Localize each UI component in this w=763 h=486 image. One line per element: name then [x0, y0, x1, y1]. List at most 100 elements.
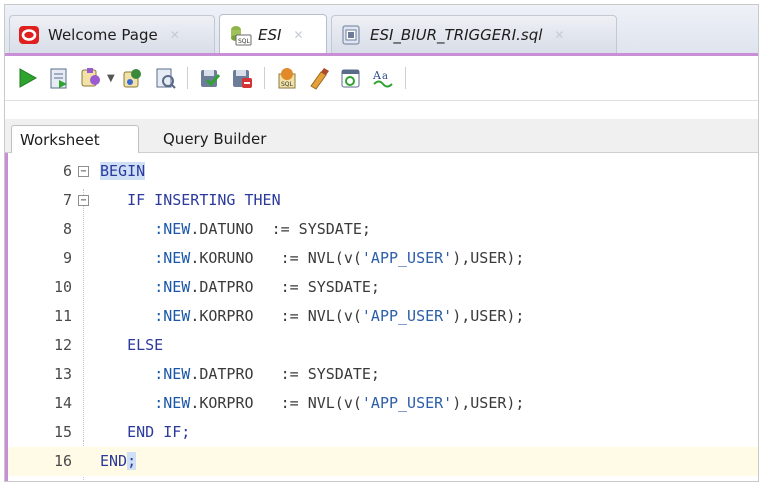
- svg-text:SQL: SQL: [238, 38, 251, 45]
- code-token: 'APP_USER': [361, 307, 453, 325]
- rollback-icon[interactable]: [230, 66, 254, 90]
- code-token: 'APP_USER': [361, 394, 453, 412]
- run-statement-icon[interactable]: [15, 66, 39, 90]
- code-text: :NEW.KORUNO := NVL(v('APP_USER'),USER);: [100, 244, 524, 273]
- commit-icon[interactable]: [198, 66, 222, 90]
- code-line[interactable]: 6− BEGIN: [8, 157, 758, 186]
- code-line[interactable]: 8 :NEW.DATUNO := SYSDATE;: [8, 215, 758, 244]
- code-line[interactable]: 15 END IF;: [8, 418, 758, 447]
- code-line[interactable]: 9 :NEW.KORUNO := NVL(v('APP_USER'),USER)…: [8, 244, 758, 273]
- oracle-logo-icon: [18, 24, 40, 46]
- code-token: :NEW: [154, 365, 191, 383]
- format-icon[interactable]: Aa: [371, 66, 395, 90]
- line-number: 13: [53, 365, 72, 383]
- line-number: 14: [53, 394, 72, 412]
- toolbar-separator: [404, 67, 406, 89]
- code-token: BEGIN: [100, 162, 146, 180]
- svg-text:A: A: [372, 69, 382, 82]
- chevron-down-icon[interactable]: ▼: [107, 73, 115, 84]
- close-icon[interactable]: ✕: [170, 28, 180, 42]
- code-token: :NEW: [154, 394, 191, 412]
- clear-icon[interactable]: [307, 66, 331, 90]
- code-text: IF INSERTING THEN: [100, 186, 281, 215]
- collapse-icon[interactable]: −: [78, 195, 89, 206]
- code-token: ),USER);: [452, 307, 525, 325]
- code-token: .DATPRO := SYSDATE;: [190, 278, 380, 296]
- sql-file-icon: [340, 24, 362, 46]
- tab-label: ESI: [258, 25, 282, 44]
- autotrace-icon[interactable]: [79, 66, 103, 90]
- code-token: .DATUNO := SYSDATE;: [190, 220, 371, 238]
- code-text: :NEW.KORPRO := NVL(v('APP_USER'),USER);: [100, 302, 524, 331]
- line-number: 6: [62, 162, 72, 180]
- tab-label: Welcome Page: [48, 25, 158, 44]
- close-icon[interactable]: ✕: [293, 28, 303, 42]
- toolbar-separator: [186, 67, 188, 89]
- code-line[interactable]: 13 :NEW.DATPRO := SYSDATE;: [8, 360, 758, 389]
- code-token: .KORPRO := NVL(v(: [190, 307, 362, 325]
- tab-worksheet[interactable]: Worksheet: [11, 125, 139, 153]
- code-text: :NEW.DATUNO := SYSDATE;: [100, 215, 371, 244]
- close-icon[interactable]: ✕: [554, 28, 564, 42]
- code-token: :NEW: [154, 249, 191, 267]
- code-line[interactable]: 14 :NEW.KORPRO := NVL(v('APP_USER'),USER…: [8, 389, 758, 418]
- line-number: 15: [53, 423, 72, 441]
- code-line[interactable]: 16 END;: [8, 447, 758, 476]
- code-token: :NEW: [154, 220, 191, 238]
- line-number: 9: [62, 249, 72, 267]
- tab-welcome-page[interactable]: Welcome Page ✕: [9, 15, 215, 53]
- code-token: ELSE: [127, 336, 164, 354]
- svg-text:SQL: SQL: [281, 81, 294, 88]
- line-number: 8: [62, 220, 72, 238]
- worksheet-toolbar: ▼ SQL Aa: [5, 53, 758, 101]
- code-token: END IF;: [127, 423, 191, 441]
- document-tab-bar: Welcome Page ✕ SQL ESI ✕ ESI_BIUR_TRIGGE…: [5, 5, 758, 54]
- tab-esi[interactable]: SQL ESI ✕: [219, 14, 327, 54]
- toolbar-separator: [263, 67, 265, 89]
- line-number: 16: [53, 452, 72, 470]
- code-token: .DATPRO := SYSDATE;: [190, 365, 380, 383]
- code-line[interactable]: 12 ELSE: [8, 331, 758, 360]
- run-script-icon[interactable]: [47, 66, 71, 90]
- line-number: 12: [53, 336, 72, 354]
- code-text: ELSE: [100, 331, 163, 360]
- code-token: ;: [127, 452, 137, 470]
- code-line[interactable]: 10 :NEW.DATPRO := SYSDATE;: [8, 273, 758, 302]
- tab-label: ESI_BIUR_TRIGGERI.sql: [370, 25, 543, 44]
- code-token: :NEW: [154, 307, 191, 325]
- svg-text:a: a: [382, 71, 388, 82]
- subtab-label: Query Builder: [163, 130, 267, 148]
- code-token: .KORPRO := NVL(v(: [190, 394, 362, 412]
- code-text: :NEW.DATPRO := SYSDATE;: [100, 360, 380, 389]
- code-text: END;: [100, 447, 137, 476]
- sql-tuning-advisor-icon[interactable]: [153, 66, 177, 90]
- code-line[interactable]: 11 :NEW.KORPRO := NVL(v('APP_USER'),USER…: [8, 302, 758, 331]
- sql-developer-window: Welcome Page ✕ SQL ESI ✕ ESI_BIUR_TRIGGE…: [4, 4, 759, 482]
- sql-history-icon[interactable]: SQL: [275, 66, 299, 90]
- explain-plan-icon[interactable]: [121, 66, 145, 90]
- tab-sql-file[interactable]: ESI_BIUR_TRIGGERI.sql ✕: [331, 15, 617, 53]
- code-token: IF INSERTING THEN: [127, 191, 281, 209]
- sql-editor[interactable]: 6− BEGIN 7− IF INSERTING THEN 8 :NEW.DATUNO…: [5, 153, 758, 481]
- code-text: END IF;: [100, 418, 190, 447]
- subtab-label: Worksheet: [20, 130, 100, 149]
- worksheet-subtab-bar: Worksheet Query Builder: [5, 119, 758, 153]
- tab-query-builder[interactable]: Query Builder: [155, 125, 276, 153]
- code-text: BEGIN: [100, 157, 146, 186]
- code-token: :NEW: [154, 278, 191, 296]
- unshared-worksheet-icon[interactable]: [339, 66, 363, 90]
- code-line[interactable]: 7− IF INSERTING THEN: [8, 186, 758, 215]
- code-text: :NEW.DATPRO := SYSDATE;: [100, 273, 380, 302]
- collapse-icon[interactable]: −: [78, 166, 89, 177]
- code-token: END: [100, 452, 128, 470]
- line-number: 7: [62, 191, 72, 209]
